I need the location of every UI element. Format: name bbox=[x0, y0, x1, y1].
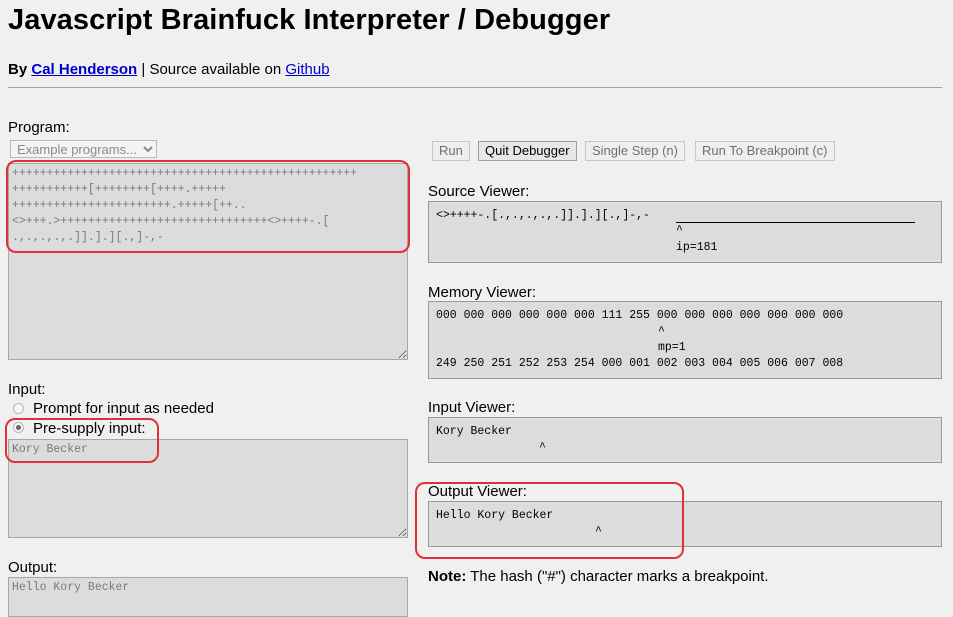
presupply-callout bbox=[5, 418, 159, 463]
run-to-breakpoint-button[interactable]: Run To Breakpoint (c) bbox=[695, 141, 835, 161]
quit-debugger-button[interactable]: Quit Debugger bbox=[478, 141, 577, 161]
author-link[interactable]: Cal Henderson bbox=[31, 61, 137, 78]
page-title: Javascript Brainfuck Interpreter / Debug… bbox=[8, 4, 611, 36]
memory-caret: ^ bbox=[658, 325, 665, 338]
prompt-input-radio[interactable] bbox=[13, 403, 24, 414]
note-text: The hash ("#") character marks a breakpo… bbox=[470, 568, 769, 585]
memory-viewer-label: Memory Viewer: bbox=[428, 284, 537, 301]
memory-values: 000 000 000 000 000 000 111 255 000 000 … bbox=[436, 309, 844, 322]
input-label: Input: bbox=[8, 381, 46, 398]
source-viewer-label: Source Viewer: bbox=[428, 183, 530, 200]
instruction-pointer: ip=181 bbox=[676, 241, 718, 254]
single-step-button[interactable]: Single Step (n) bbox=[585, 141, 685, 161]
memory-indices: 249 250 251 252 253 254 000 001 002 003 … bbox=[436, 357, 844, 370]
run-button[interactable]: Run bbox=[432, 141, 470, 161]
source-viewer-code: <>++++-.[.,.,.,.,.]].].][.,]-,- bbox=[436, 209, 650, 222]
source-viewer-caret: ^ bbox=[676, 224, 683, 237]
example-programs-select[interactable]: Example programs... bbox=[10, 140, 157, 158]
prompt-input-label[interactable]: Prompt for input as needed bbox=[33, 400, 214, 418]
input-viewer-caret: ^ bbox=[539, 441, 546, 454]
note-label: Note: bbox=[428, 568, 467, 585]
output-viewer-callout bbox=[415, 482, 684, 559]
breakpoint-note: Note: The hash ("#") character marks a b… bbox=[428, 568, 769, 586]
input-viewer-label: Input Viewer: bbox=[428, 399, 516, 416]
program-callout bbox=[6, 160, 410, 253]
byline-prefix: By bbox=[8, 61, 28, 78]
program-label: Program: bbox=[8, 119, 70, 136]
header-divider bbox=[8, 87, 942, 88]
github-link[interactable]: Github bbox=[285, 61, 329, 78]
byline-separator: | Source available on bbox=[141, 61, 282, 78]
source-viewer-underline bbox=[676, 222, 915, 223]
output-textarea[interactable] bbox=[8, 577, 408, 617]
memory-pointer: mp=1 bbox=[658, 341, 686, 354]
output-label: Output: bbox=[8, 559, 58, 576]
input-viewer-text: Kory Becker bbox=[436, 425, 512, 438]
byline: By Cal Henderson | Source available on G… bbox=[8, 61, 330, 79]
